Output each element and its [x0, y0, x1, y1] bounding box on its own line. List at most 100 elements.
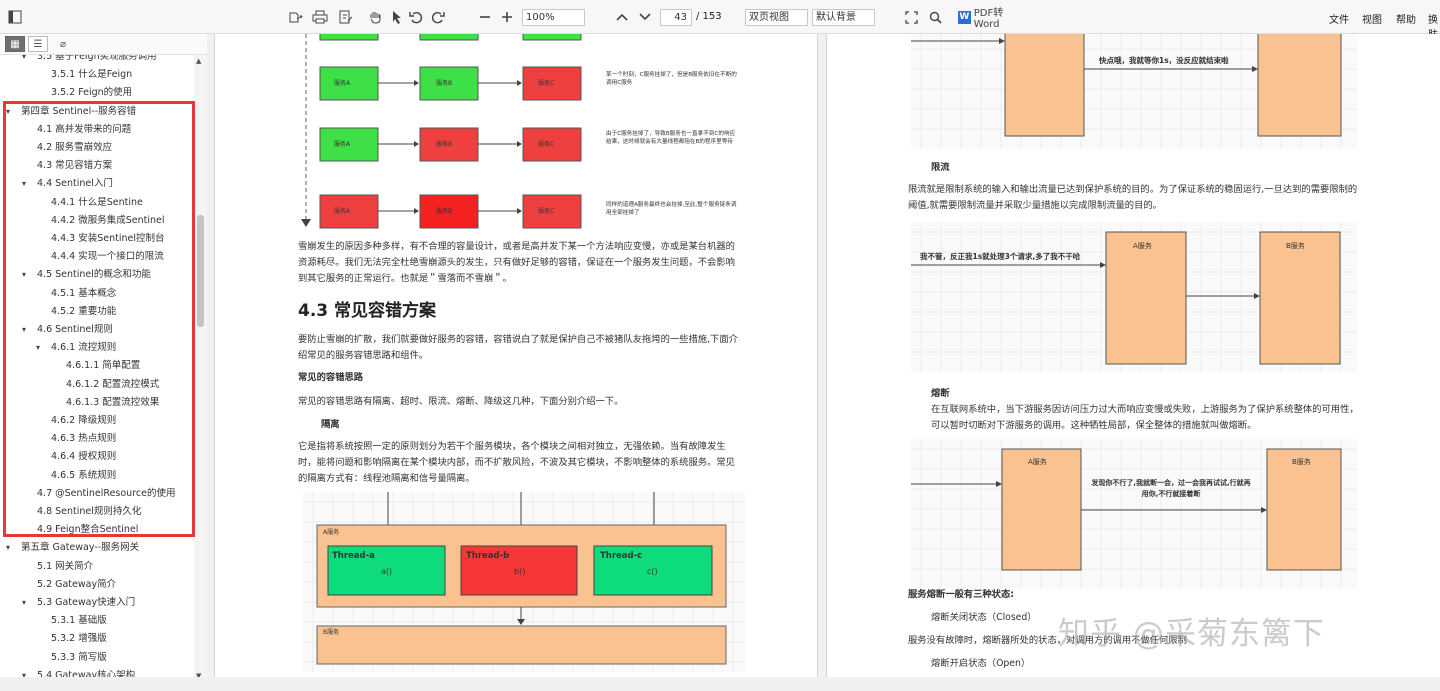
toc-item-label: 3.5.1 什么是Feign: [51, 69, 133, 81]
hand-tool-icon[interactable]: [366, 7, 384, 27]
watermark: 知乎 @采菊东篱下: [1058, 616, 1325, 652]
scrollbar-thumb[interactable]: [197, 215, 204, 327]
zoom-out-icon[interactable]: [476, 7, 494, 27]
print-icon[interactable]: [311, 7, 329, 27]
toc-item[interactable]: 4.4.2 微服务集成Sentinel: [0, 212, 194, 230]
toc-item[interactable]: 5.1 网关简介: [0, 558, 194, 576]
toc-item[interactable]: 4.6.4 授权规则: [0, 448, 194, 466]
scroll-up-icon[interactable]: ▲: [196, 57, 201, 65]
thread-label: Thread-b: [466, 551, 510, 561]
toc-item[interactable]: 5.3.3 简写版: [0, 649, 194, 667]
expand-arrow-icon[interactable]: ▾: [22, 266, 26, 284]
redo-icon[interactable]: [429, 7, 447, 27]
toc-item[interactable]: ▾ 第五章 Gateway--服务网关: [0, 539, 194, 557]
toc-item[interactable]: 4.4.4 实现一个接口的限流: [0, 248, 194, 266]
background-select[interactable]: 默认背景: [812, 9, 875, 26]
expand-arrow-icon[interactable]: ▾: [22, 175, 26, 193]
paragraph: 要防止雪崩的扩散，我们就要做好服务的容错，容错说白了就是保护自己不被猪队友拖垮的…: [298, 334, 738, 361]
fullscreen-icon[interactable]: [902, 7, 920, 27]
svc-b-label: B服务: [1292, 458, 1311, 466]
thread-label: Thread-a: [332, 551, 375, 561]
attachment-tab-icon[interactable]: ⌀: [53, 36, 73, 52]
toc-item[interactable]: 4.4.3 安装Sentinel控制台: [0, 230, 194, 248]
toc-item-label: 第四章 Sentinel--服务容错: [21, 105, 137, 117]
outline-tab-icon[interactable]: ☰: [28, 36, 48, 52]
toc-item[interactable]: ▾ 4.6.1 流控规则: [0, 339, 194, 357]
toc-item-label: 4.4.1 什么是Sentine: [51, 196, 143, 208]
expand-arrow-icon[interactable]: ▾: [6, 539, 10, 557]
pdf-to-word-button[interactable]: W PDF转Word: [958, 7, 1028, 30]
page-number-input[interactable]: 43: [660, 9, 692, 26]
toc-item[interactable]: ▾ 第四章 Sentinel--服务容错: [0, 103, 194, 121]
toc-item[interactable]: 4.2 服务雪崩效应: [0, 139, 194, 157]
pdf-page-left: 服务A 服务B 服务C 服务A 服务B 服务C 服务A 服务B 服务C 某一个时…: [214, 34, 818, 677]
expand-arrow-icon[interactable]: ▾: [6, 103, 10, 121]
outer-service-label: B服务: [323, 629, 340, 636]
menu-file[interactable]: 文件: [1329, 11, 1349, 26]
toc-item[interactable]: 4.6.1.2 配置流控模式: [0, 376, 194, 394]
toc-item[interactable]: 5.2 Gateway简介: [0, 576, 194, 594]
toc-item[interactable]: 4.6.5 系统规则: [0, 467, 194, 485]
section-heading: 4.3 常见容错方案: [298, 301, 437, 321]
diagram-caption: 发现你不行了,我就断一会，过一会我再试试,行就再用你,不行就接着断: [1091, 479, 1251, 498]
word-icon: W: [958, 10, 971, 24]
toc-item[interactable]: ▾ 4.4 Sentinel入门: [0, 175, 194, 193]
toc-item-label: 4.5 Sentinel的概念和功能: [37, 269, 151, 281]
menu-help[interactable]: 帮助: [1396, 11, 1416, 26]
paragraph: 常见的容错思路有隔离、超时、限流、熔断、降级这几种，下面分别介绍一下。: [298, 396, 624, 407]
diagram-note: 同样的道理A服务最终也会挂掉,至此,整个服务链条调用全部挂掉了: [606, 202, 737, 216]
toc-item[interactable]: 4.9 Feign整合Sentinel: [0, 521, 194, 539]
sidebar-toggle-icon[interactable]: [6, 7, 24, 27]
toc-item[interactable]: 4.3 常见容错方案: [0, 157, 194, 175]
search-icon[interactable]: [926, 7, 944, 27]
toc-item[interactable]: ▾ 3.5 基于Feign实现服务调用: [0, 55, 194, 66]
edit-icon[interactable]: [337, 7, 355, 27]
toc-item-label: 4.7 @SentinelResource的使用: [37, 487, 176, 499]
outer-service-label: A服务: [323, 529, 340, 536]
toc-item-label: 5.3.3 简写版: [51, 651, 107, 663]
toc-item[interactable]: 5.3.1 基础版: [0, 612, 194, 630]
zoom-in-icon[interactable]: [498, 7, 516, 27]
undo-icon[interactable]: [407, 7, 425, 27]
toc-item[interactable]: 4.1 高并发带来的问题: [0, 121, 194, 139]
zoom-input[interactable]: 100%: [522, 9, 585, 26]
expand-arrow-icon[interactable]: ▾: [22, 594, 26, 612]
toc-item[interactable]: ▾ 4.5 Sentinel的概念和功能: [0, 266, 194, 284]
toc-item[interactable]: 4.8 Sentinel规则持久化: [0, 503, 194, 521]
toc-item-label: 4.2 服务雪崩效应: [37, 142, 113, 153]
export-icon[interactable]: [287, 7, 305, 27]
diagram-caption: 我不管，反正我1s就处理3个请求,多了我不干哈: [920, 252, 1081, 261]
expand-arrow-icon[interactable]: ▾: [22, 55, 26, 66]
thumbnails-tab-icon[interactable]: ▦: [5, 36, 25, 52]
expand-arrow-icon[interactable]: ▾: [22, 321, 26, 339]
diagram-note: 由于C服务挂掉了，导致B服务也一直拿不到C的响应结果，这时候就会有大量线程都阻在…: [606, 131, 736, 145]
toc-item-label: 4.4.3 安装Sentinel控制台: [51, 233, 165, 244]
toc-item[interactable]: ▾ 4.6 Sentinel规则: [0, 321, 194, 339]
page2-graphics: [911, 34, 1357, 589]
next-page-icon[interactable]: [636, 7, 654, 27]
toc-item[interactable]: 4.6.1.1 简单配置: [0, 357, 194, 375]
subheading: 服务熔断一般有三种状态:: [908, 589, 1014, 600]
toc-item[interactable]: 4.4.1 什么是Sentine: [0, 194, 194, 212]
menu-view[interactable]: 视图: [1362, 11, 1382, 26]
svc-a-label: 服务A: [334, 141, 351, 148]
toc-item[interactable]: 4.6.3 热点规则: [0, 430, 194, 448]
toc-item[interactable]: 5.3.2 增强版: [0, 630, 194, 648]
toc-item[interactable]: 4.5.1 基本概念: [0, 285, 194, 303]
sidebar-tabs: ▦ ☰ ⌀: [0, 34, 207, 55]
toc-item-label: 4.6.1.1 简单配置: [66, 360, 141, 372]
toc-item[interactable]: 4.7 @SentinelResource的使用: [0, 485, 194, 503]
toc-item[interactable]: 4.6.2 降级规则: [0, 412, 194, 430]
thread-label: Thread-c: [600, 551, 643, 561]
toc-item[interactable]: 4.5.2 重要功能: [0, 303, 194, 321]
toc-item[interactable]: 3.5.2 Feign的使用: [0, 84, 194, 102]
prev-page-icon[interactable]: [613, 7, 631, 27]
toc-item[interactable]: ▾ 5.3 Gateway快速入门: [0, 594, 194, 612]
toc-item[interactable]: 3.5.1 什么是Feign: [0, 66, 194, 84]
view-mode-select[interactable]: 双页视图: [745, 9, 808, 26]
toc-item-label: 4.4 Sentinel入门: [37, 178, 113, 190]
expand-arrow-icon[interactable]: ▾: [36, 339, 40, 357]
toc-item[interactable]: 4.6.1.3 配置流控效果: [0, 394, 194, 412]
sidebar-scrollbar[interactable]: ▲ ▼: [194, 55, 207, 682]
select-cursor-icon[interactable]: [388, 7, 406, 27]
